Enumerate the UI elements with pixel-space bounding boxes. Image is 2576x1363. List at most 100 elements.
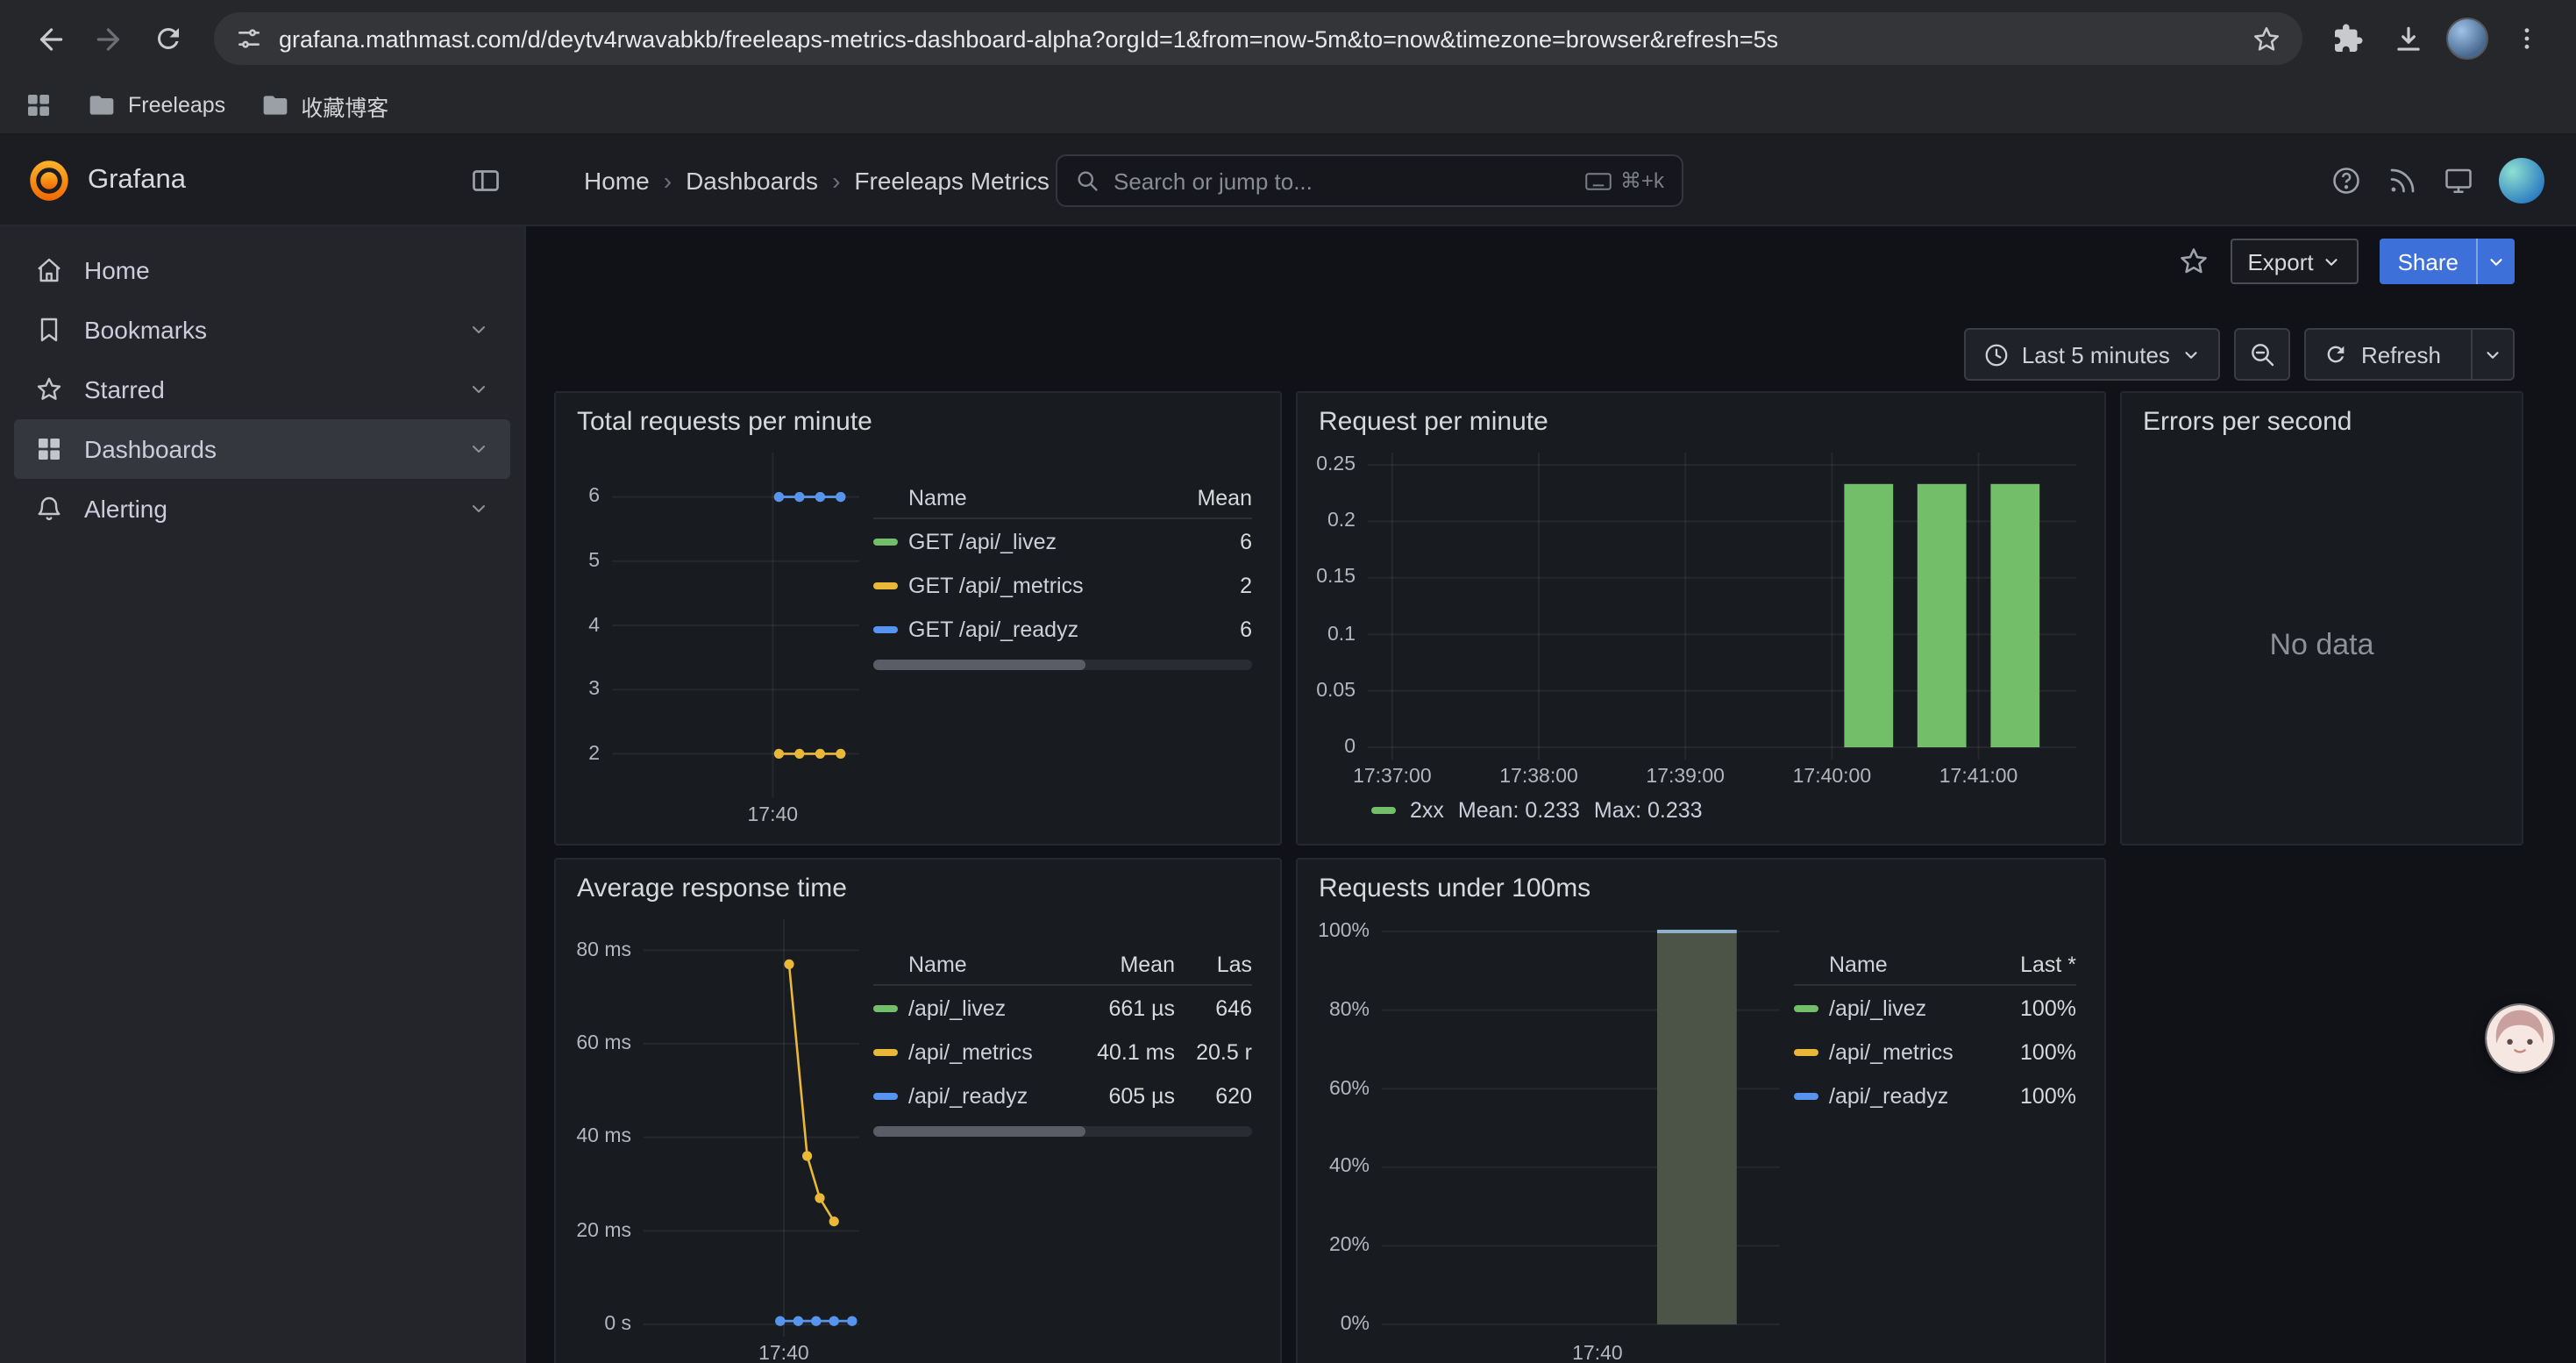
panel-title[interactable]: Request per minute xyxy=(1298,393,2104,446)
legend-row[interactable]: /api/_livez 661 µs 646 xyxy=(873,986,1252,1030)
search-shortcut: ⌘+k xyxy=(1585,168,1664,193)
legend-row[interactable]: /api/_metrics 100% xyxy=(1794,1030,2076,1074)
y-tick-label: 0.25 xyxy=(1316,454,1356,475)
legend-header-last[interactable]: Las xyxy=(1185,952,1252,976)
breadcrumb-dashboards[interactable]: Dashboards xyxy=(686,166,818,194)
series-name[interactable]: /api/_readyz xyxy=(908,1083,1066,1108)
search-box[interactable]: ⌘+k xyxy=(1056,154,1683,207)
refresh-icon xyxy=(2324,342,2349,367)
toggle-sidebar-button[interactable] xyxy=(470,164,502,196)
series-name[interactable]: GET /api/_metrics xyxy=(908,573,1161,597)
series-name[interactable]: /api/_metrics xyxy=(908,1039,1066,1064)
legend-header-mean[interactable]: Mean xyxy=(1171,485,1252,510)
refresh-main[interactable]: Refresh xyxy=(2307,330,2459,379)
extensions-button[interactable] xyxy=(2320,11,2376,67)
bookmark-blog-favorites[interactable]: 收藏博客 xyxy=(260,89,388,122)
sidebar-item-dashboards[interactable]: Dashboards xyxy=(14,419,510,479)
series-name[interactable]: GET /api/_livez xyxy=(908,529,1161,553)
bookmark-star-icon[interactable] xyxy=(2252,24,2281,54)
help-button[interactable] xyxy=(2330,164,2362,196)
legend-row[interactable]: /api/_metrics 40.1 ms 20.5 r xyxy=(873,1030,1252,1074)
export-button[interactable]: Export xyxy=(2230,239,2359,284)
star-icon xyxy=(2177,246,2209,277)
legend-scrollbar[interactable] xyxy=(873,1126,1252,1137)
y-tick-label: 100% xyxy=(1318,921,1370,942)
bar-chart-plot[interactable] xyxy=(1382,919,1780,1337)
chevron-down-icon[interactable] xyxy=(468,319,489,340)
series-name[interactable]: /api/_readyz xyxy=(1829,1083,1985,1108)
breadcrumb-separator: › xyxy=(664,166,672,194)
sidebar-item-starred[interactable]: Starred xyxy=(14,360,510,419)
grafana-logo[interactable] xyxy=(26,157,72,203)
series-name[interactable]: /api/_livez xyxy=(908,995,1066,1020)
share-label[interactable]: Share xyxy=(2380,239,2476,284)
url-bar[interactable] xyxy=(214,12,2302,65)
time-series-plot[interactable] xyxy=(644,919,859,1337)
reload-button[interactable] xyxy=(140,11,196,67)
nav-sidebar: Home Bookmarks Starred xyxy=(0,226,526,1363)
legend-row[interactable]: GET /api/_metrics 2 xyxy=(873,563,1252,607)
legend-row[interactable]: /api/_readyz 605 µs 620 xyxy=(873,1074,1252,1117)
downloads-button[interactable] xyxy=(2380,11,2436,67)
series-mean-value: 2 xyxy=(1171,573,1252,597)
assistant-avatar[interactable] xyxy=(2487,1005,2553,1072)
legend-header-name[interactable]: Name xyxy=(873,952,1066,976)
sidebar-item-alerting[interactable]: Alerting xyxy=(14,479,510,539)
scrollbar-thumb[interactable] xyxy=(873,1126,1085,1137)
legend-inline[interactable]: 2xx Mean: 0.233 Max: 0.233 xyxy=(1308,791,2076,830)
share-button[interactable]: Share xyxy=(2380,239,2515,284)
panel-title[interactable]: Average response time xyxy=(556,860,1280,912)
chevron-down-icon[interactable] xyxy=(468,439,489,460)
back-button[interactable] xyxy=(21,11,77,67)
user-avatar[interactable] xyxy=(2499,157,2544,203)
no-data-message: No data xyxy=(2122,446,2522,844)
scrollbar-thumb[interactable] xyxy=(873,660,1085,670)
chevron-down-icon[interactable] xyxy=(468,498,489,519)
sidebar-item-label: Dashboards xyxy=(84,435,217,463)
breadcrumb-home[interactable]: Home xyxy=(584,166,650,194)
x-tick-label: 17:40 xyxy=(748,805,799,826)
url-input[interactable] xyxy=(279,25,2236,52)
refresh-button[interactable]: Refresh xyxy=(2305,328,2515,381)
panel-title[interactable]: Requests under 100ms xyxy=(1298,860,2104,912)
rss-icon xyxy=(2387,164,2418,196)
profile-button[interactable] xyxy=(2439,11,2495,67)
favorite-dashboard-button[interactable] xyxy=(2177,246,2209,277)
forward-button[interactable] xyxy=(81,11,137,67)
refresh-interval-caret[interactable] xyxy=(2471,330,2513,379)
legend-row[interactable]: /api/_readyz 100% xyxy=(1794,1074,2076,1117)
time-range-picker[interactable]: Last 5 minutes xyxy=(1964,328,2221,381)
panel-title[interactable]: Errors per second xyxy=(2122,393,2522,446)
legend-header-last[interactable]: Last * xyxy=(1996,952,2076,976)
legend-row[interactable]: GET /api/_livez 6 xyxy=(873,519,1252,563)
y-tick-label: 40 ms xyxy=(576,1127,631,1148)
zoom-out-time-button[interactable] xyxy=(2235,328,2291,381)
series-mean-value: 40.1 ms xyxy=(1077,1039,1175,1064)
news-button[interactable] xyxy=(2387,164,2418,196)
chevron-down-icon[interactable] xyxy=(468,379,489,400)
apps-grid-icon[interactable] xyxy=(25,91,53,119)
legend-row[interactable]: GET /api/_readyz 6 xyxy=(873,607,1252,651)
kiosk-mode-button[interactable] xyxy=(2443,164,2474,196)
legend-header-name[interactable]: Name xyxy=(873,485,1161,510)
series-name[interactable]: /api/_livez xyxy=(1829,995,1985,1020)
series-name[interactable]: GET /api/_readyz xyxy=(908,617,1161,641)
sidebar-item-bookmarks[interactable]: Bookmarks xyxy=(14,300,510,360)
legend-row[interactable]: /api/_livez 100% xyxy=(1794,986,2076,1030)
series-name[interactable]: 2xx xyxy=(1410,798,1444,823)
share-menu-caret[interactable] xyxy=(2476,239,2515,284)
search-input[interactable] xyxy=(1114,168,1571,194)
site-settings-icon[interactable] xyxy=(235,25,263,53)
series-name[interactable]: /api/_metrics xyxy=(1829,1039,1985,1064)
browser-menu-button[interactable] xyxy=(2499,11,2555,67)
chevron-down-icon xyxy=(2182,345,2202,364)
legend-scrollbar[interactable] xyxy=(873,660,1252,670)
time-series-plot[interactable] xyxy=(612,453,859,798)
panel-title[interactable]: Total requests per minute xyxy=(556,393,1280,446)
legend-header-name[interactable]: Name xyxy=(1794,952,1985,976)
legend-header-mean[interactable]: Mean xyxy=(1077,952,1175,976)
bookmark-label: Freeleaps xyxy=(128,93,225,118)
bar-chart-plot[interactable] xyxy=(1368,453,2076,760)
bookmark-freeleaps[interactable]: Freeleaps xyxy=(88,91,225,119)
sidebar-item-home[interactable]: Home xyxy=(14,240,510,300)
